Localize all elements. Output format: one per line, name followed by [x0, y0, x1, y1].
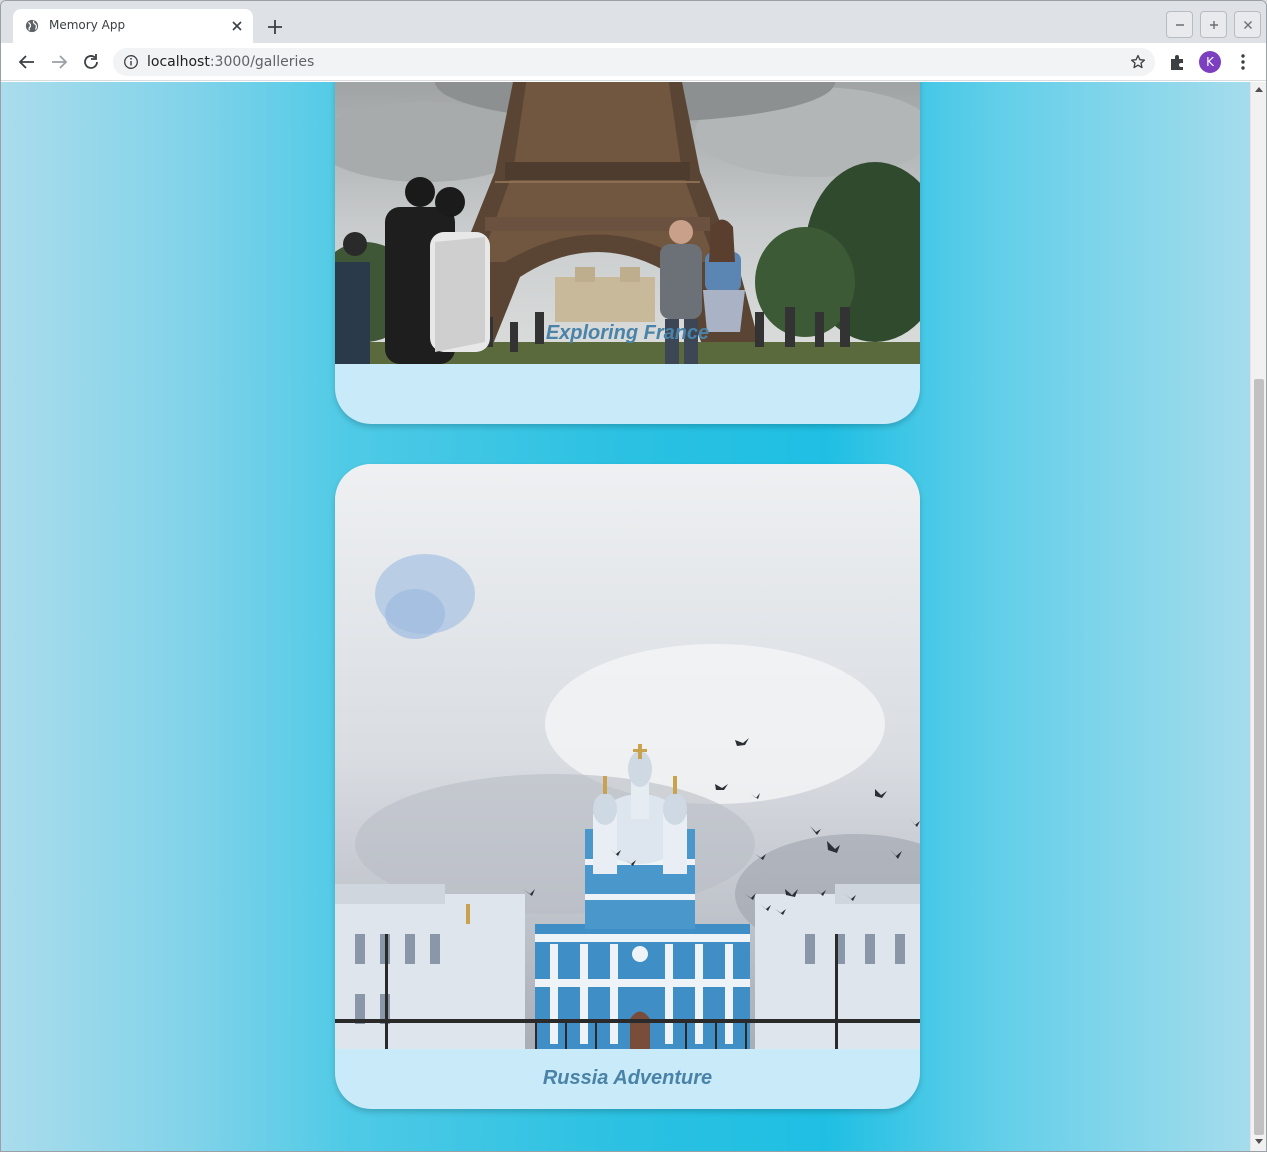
gallery-title[interactable]: Russia Adventure [335, 1067, 920, 1090]
close-window-icon [1244, 21, 1252, 29]
minimize-button[interactable] [1166, 11, 1193, 38]
scroll-up-arrow-icon[interactable] [1255, 87, 1263, 92]
site-info-icon[interactable] [123, 54, 139, 70]
browser-toolbar: localhost:3000/galleries K [1, 43, 1266, 81]
url-path: :3000/galleries [209, 54, 315, 70]
scrollbar-thumb[interactable] [1254, 379, 1264, 1135]
browser-window: Memory App localhost:3000/galleries K Ex… [0, 0, 1267, 1152]
forward-arrow-icon[interactable] [48, 51, 70, 73]
maximize-icon [1210, 21, 1218, 29]
minimize-icon [1176, 24, 1184, 26]
tab-strip: Memory App [1, 1, 1266, 43]
url-text: localhost:3000/galleries [147, 54, 314, 70]
url-host: localhost [147, 54, 210, 70]
page-viewport: Exploring France Russia Adventure [1, 82, 1250, 1151]
profile-avatar[interactable]: K [1199, 51, 1221, 73]
reload-icon[interactable] [80, 51, 102, 73]
tab-title: Memory App [49, 18, 126, 32]
globe-icon [25, 19, 39, 33]
gallery-card[interactable]: Russia Adventure [335, 464, 920, 1109]
bookmark-star-icon[interactable] [1130, 54, 1146, 70]
gallery-title[interactable]: Exploring France [335, 322, 920, 345]
smolny-cathedral-photo [335, 464, 920, 1049]
close-window-button[interactable] [1234, 11, 1261, 38]
vertical-scrollbar[interactable] [1250, 82, 1266, 1151]
new-tab-icon[interactable] [264, 16, 286, 38]
browser-tab[interactable]: Memory App [13, 9, 253, 43]
close-tab-icon[interactable] [229, 18, 245, 34]
scroll-down-arrow-icon[interactable] [1255, 1139, 1263, 1144]
back-arrow-icon[interactable] [16, 51, 38, 73]
gallery-card[interactable]: Exploring France [335, 82, 920, 424]
kebab-menu-icon[interactable] [1233, 52, 1253, 72]
maximize-button[interactable] [1200, 11, 1227, 38]
extensions-puzzle-icon[interactable] [1168, 52, 1188, 72]
address-bar[interactable]: localhost:3000/galleries [113, 48, 1155, 76]
